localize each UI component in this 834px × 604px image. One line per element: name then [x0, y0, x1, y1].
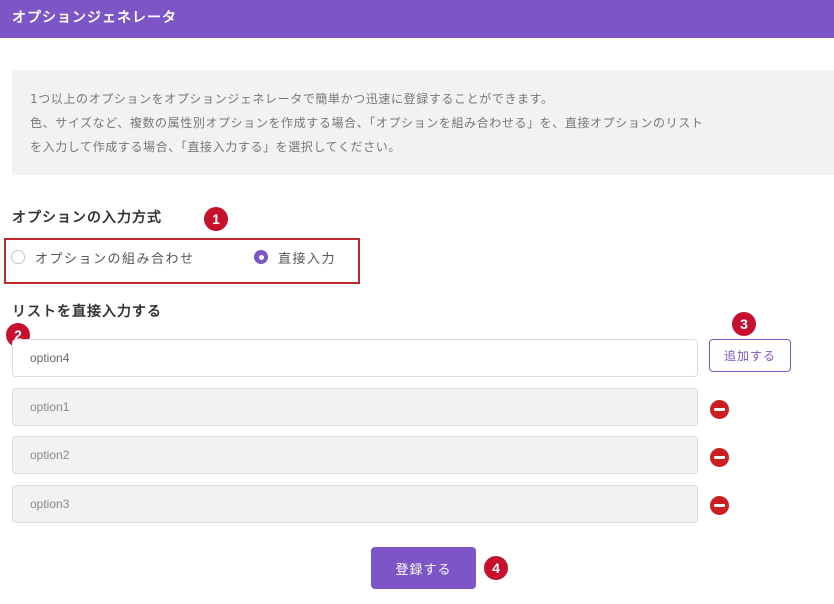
input-method-title: オプションの入力方式 — [12, 210, 162, 226]
radio-label: オプションの組み合わせ — [35, 251, 195, 267]
header-bar: オプションジェネレータ — [0, 0, 834, 38]
direct-list-title: リストを直接入力する — [12, 304, 162, 320]
option-field[interactable] — [12, 436, 698, 474]
option-field[interactable] — [12, 388, 698, 426]
radio-unchecked-icon — [11, 250, 25, 264]
info-line: 色、サイズなど、複数の属性別オプションを作成する場合、「オプションを組み合わせる… — [30, 116, 704, 130]
info-line: 1つ以上のオプションをオプションジェネレータで簡単かつ迅速に登録することができま… — [30, 92, 554, 106]
remove-option-icon[interactable] — [710, 448, 729, 467]
radio-checked-icon — [254, 250, 268, 264]
info-box: 1つ以上のオプションをオプションジェネレータで簡単かつ迅速に登録することができま… — [12, 70, 834, 175]
option-field[interactable] — [12, 485, 698, 523]
add-button[interactable]: 追加する — [709, 339, 791, 372]
radio-combination[interactable]: オプションの組み合わせ — [11, 248, 195, 267]
radio-label: 直接入力 — [278, 251, 337, 267]
radio-direct-input[interactable]: 直接入力 — [254, 248, 337, 267]
info-line: を入力して作成する場合、「直接入力する」を選択してください。 — [30, 140, 401, 154]
annotation-badge-1: 1 — [204, 207, 228, 231]
remove-option-icon[interactable] — [710, 496, 729, 515]
submit-button[interactable]: 登録する — [371, 547, 476, 589]
new-option-input[interactable] — [12, 339, 698, 377]
annotation-badge-3: 3 — [732, 312, 756, 336]
page-title: オプションジェネレータ — [12, 10, 177, 26]
annotation-badge-4: 4 — [484, 556, 508, 580]
remove-option-icon[interactable] — [710, 400, 729, 419]
